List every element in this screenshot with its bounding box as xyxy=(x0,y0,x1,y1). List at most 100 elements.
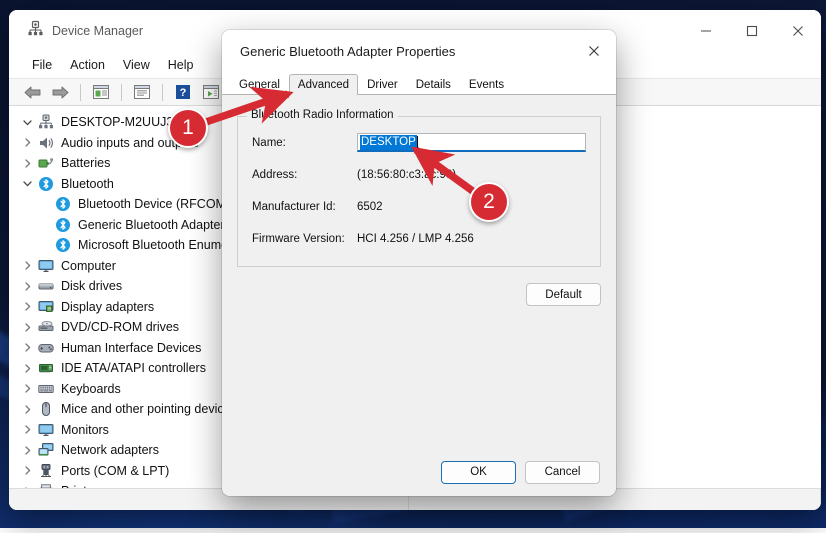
default-button-row: Default xyxy=(237,283,601,306)
close-button[interactable] xyxy=(775,10,821,52)
dialog-tabstrip[interactable]: GeneralAdvancedDriverDetailsEvents xyxy=(222,72,616,94)
ok-button[interactable]: OK xyxy=(441,461,516,484)
disk-icon xyxy=(36,278,56,294)
annotation-marker-2: 2 xyxy=(469,182,509,222)
chevron-right-icon[interactable] xyxy=(19,281,36,292)
bluetooth-icon xyxy=(53,237,73,253)
toolbar-separator xyxy=(162,84,163,101)
tree-item-label: Bluetooth xyxy=(61,178,114,191)
name-field-row: Name: DESKTOP xyxy=(252,133,586,152)
window-controls xyxy=(683,10,821,52)
chevron-down-icon[interactable] xyxy=(19,117,36,128)
chevron-right-icon[interactable] xyxy=(19,322,36,333)
tree-item-label: Network adapters xyxy=(61,444,159,457)
minimize-button[interactable] xyxy=(683,10,729,52)
ide-controller-icon xyxy=(36,360,56,376)
manufacturer-id-field-row: Manufacturer Id: 6502 xyxy=(252,197,586,216)
toolbar-separator xyxy=(80,84,81,101)
tree-item-label: Computer xyxy=(61,260,116,273)
monitor-icon xyxy=(36,422,56,438)
dialog-title: Generic Bluetooth Adapter Properties xyxy=(240,44,455,59)
menu-view[interactable]: View xyxy=(114,55,159,75)
firmware-version-label: Firmware Version: xyxy=(252,233,357,245)
port-icon xyxy=(36,463,56,479)
battery-icon xyxy=(36,155,56,171)
printer-icon xyxy=(36,483,56,488)
bluetooth-icon xyxy=(36,176,56,192)
tab-details[interactable]: Details xyxy=(407,74,460,95)
update-driver-icon[interactable] xyxy=(198,80,224,104)
chevron-right-icon[interactable] xyxy=(19,158,36,169)
name-label: Name: xyxy=(252,137,357,149)
menu-file[interactable]: File xyxy=(23,55,61,75)
device-manager-icon xyxy=(27,20,44,42)
computer-root-icon xyxy=(36,114,56,130)
firmware-version-field-row: Firmware Version: HCI 4.256 / LMP 4.256 xyxy=(252,229,586,248)
chevron-right-icon[interactable] xyxy=(19,260,36,271)
tree-item-label: Monitors xyxy=(61,424,109,437)
hid-icon xyxy=(36,340,56,356)
chevron-right-icon[interactable] xyxy=(19,424,36,435)
chevron-down-icon[interactable] xyxy=(19,178,36,189)
tab-events[interactable]: Events xyxy=(460,74,513,95)
chevron-right-icon[interactable] xyxy=(19,301,36,312)
default-button[interactable]: Default xyxy=(526,283,601,306)
chevron-right-icon[interactable] xyxy=(19,445,36,456)
tab-general[interactable]: General xyxy=(230,74,289,95)
dialog-footer: OK Cancel xyxy=(222,448,616,496)
keyboard-icon xyxy=(36,381,56,397)
chevron-right-icon[interactable] xyxy=(19,404,36,415)
chevron-right-icon[interactable] xyxy=(19,465,36,476)
menu-action[interactable]: Action xyxy=(61,55,114,75)
address-value: (18:56:80:c3:ac:93) xyxy=(357,169,456,181)
properties-icon[interactable] xyxy=(88,80,114,104)
dialog-titlebar: Generic Bluetooth Adapter Properties xyxy=(222,30,616,72)
monitor-icon xyxy=(36,258,56,274)
show-hidden-devices-icon[interactable] xyxy=(129,80,155,104)
tree-item-label: Keyboards xyxy=(61,383,121,396)
tab-driver[interactable]: Driver xyxy=(358,74,407,95)
tree-item-label: DESKTOP-M2UUJ3D xyxy=(61,116,182,129)
cancel-button[interactable]: Cancel xyxy=(525,461,600,484)
chevron-right-icon[interactable] xyxy=(19,137,36,148)
chevron-right-icon[interactable] xyxy=(19,342,36,353)
name-input[interactable]: DESKTOP xyxy=(357,133,586,152)
address-field-row: Address: (18:56:80:c3:ac:93) xyxy=(252,165,586,184)
address-label: Address: xyxy=(252,169,357,181)
manufacturer-id-value: 6502 xyxy=(357,201,383,213)
maximize-button[interactable] xyxy=(729,10,775,52)
advanced-tab-page: Bluetooth Radio Information Name: DESKTO… xyxy=(222,94,616,448)
display-adapter-icon xyxy=(36,299,56,315)
tree-item-label: Ports (COM & LPT) xyxy=(61,465,169,478)
help-icon[interactable]: ? xyxy=(170,80,196,104)
bluetooth-icon xyxy=(53,217,73,233)
chevron-right-icon[interactable] xyxy=(19,383,36,394)
bluetooth-radio-information-group: Bluetooth Radio Information Name: DESKTO… xyxy=(237,116,601,267)
optical-drive-icon xyxy=(36,319,56,335)
firmware-version-value: HCI 4.256 / LMP 4.256 xyxy=(357,233,474,245)
tree-item-label: Print queues xyxy=(61,485,131,488)
manufacturer-id-label: Manufacturer Id: xyxy=(252,201,357,213)
toolbar-separator xyxy=(121,84,122,101)
tree-item-label: IDE ATA/ATAPI controllers xyxy=(61,362,206,375)
menu-help[interactable]: Help xyxy=(159,55,203,75)
annotation-marker-1: 1 xyxy=(168,108,208,148)
bluetooth-icon xyxy=(53,196,73,212)
tab-advanced[interactable]: Advanced xyxy=(289,74,358,95)
chevron-right-icon[interactable] xyxy=(19,363,36,374)
dialog-close-icon[interactable] xyxy=(572,30,616,72)
forward-icon[interactable] xyxy=(47,80,73,104)
back-icon[interactable] xyxy=(19,80,45,104)
tree-item-label: Display adapters xyxy=(61,301,154,314)
tree-item-label: Mice and other pointing devices xyxy=(61,403,237,416)
svg-text:?: ? xyxy=(180,87,187,99)
chevron-right-icon[interactable] xyxy=(19,486,36,488)
tree-item-label: Disk drives xyxy=(61,280,122,293)
tree-item-label: Human Interface Devices xyxy=(61,342,201,355)
text-caret xyxy=(417,136,418,149)
title-group: Device Manager xyxy=(27,20,143,42)
mouse-icon xyxy=(36,401,56,417)
adapter-properties-dialog: Generic Bluetooth Adapter Properties Gen… xyxy=(222,30,616,496)
tree-item-label: DVD/CD-ROM drives xyxy=(61,321,179,334)
tree-item-label: Batteries xyxy=(61,157,110,170)
